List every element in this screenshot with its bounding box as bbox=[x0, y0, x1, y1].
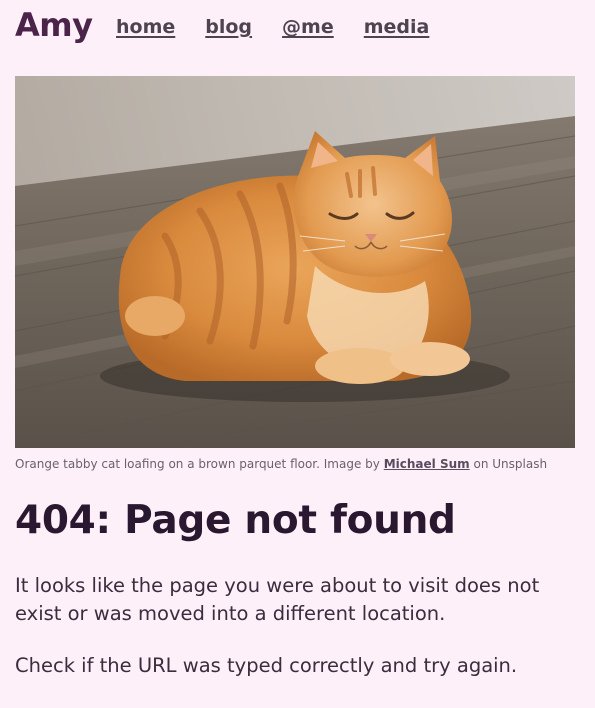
cat-photo bbox=[15, 76, 575, 448]
caption-source: on Unsplash bbox=[473, 457, 548, 471]
page-title: 404: Page not found bbox=[15, 498, 456, 543]
main-nav: home blog @me media bbox=[116, 16, 429, 38]
site-logo-link[interactable]: Amy bbox=[15, 6, 93, 44]
caption-text: Orange tabby cat loafing on a brown parq… bbox=[15, 457, 380, 471]
error-hint: Check if the URL was typed correctly and… bbox=[15, 654, 518, 677]
nav-link-me[interactable]: @me bbox=[282, 16, 334, 38]
nav-link-blog[interactable]: blog bbox=[205, 16, 252, 38]
nav-link-home[interactable]: home bbox=[116, 16, 175, 38]
photo-caption: Orange tabby cat loafing on a brown parq… bbox=[15, 457, 580, 471]
photographer-link[interactable]: Michael Sum bbox=[384, 457, 470, 471]
nav-link-media[interactable]: media bbox=[364, 16, 430, 38]
site-header: Amy home blog @me media bbox=[15, 0, 580, 56]
error-message: It looks like the page you were about to… bbox=[15, 574, 540, 625]
